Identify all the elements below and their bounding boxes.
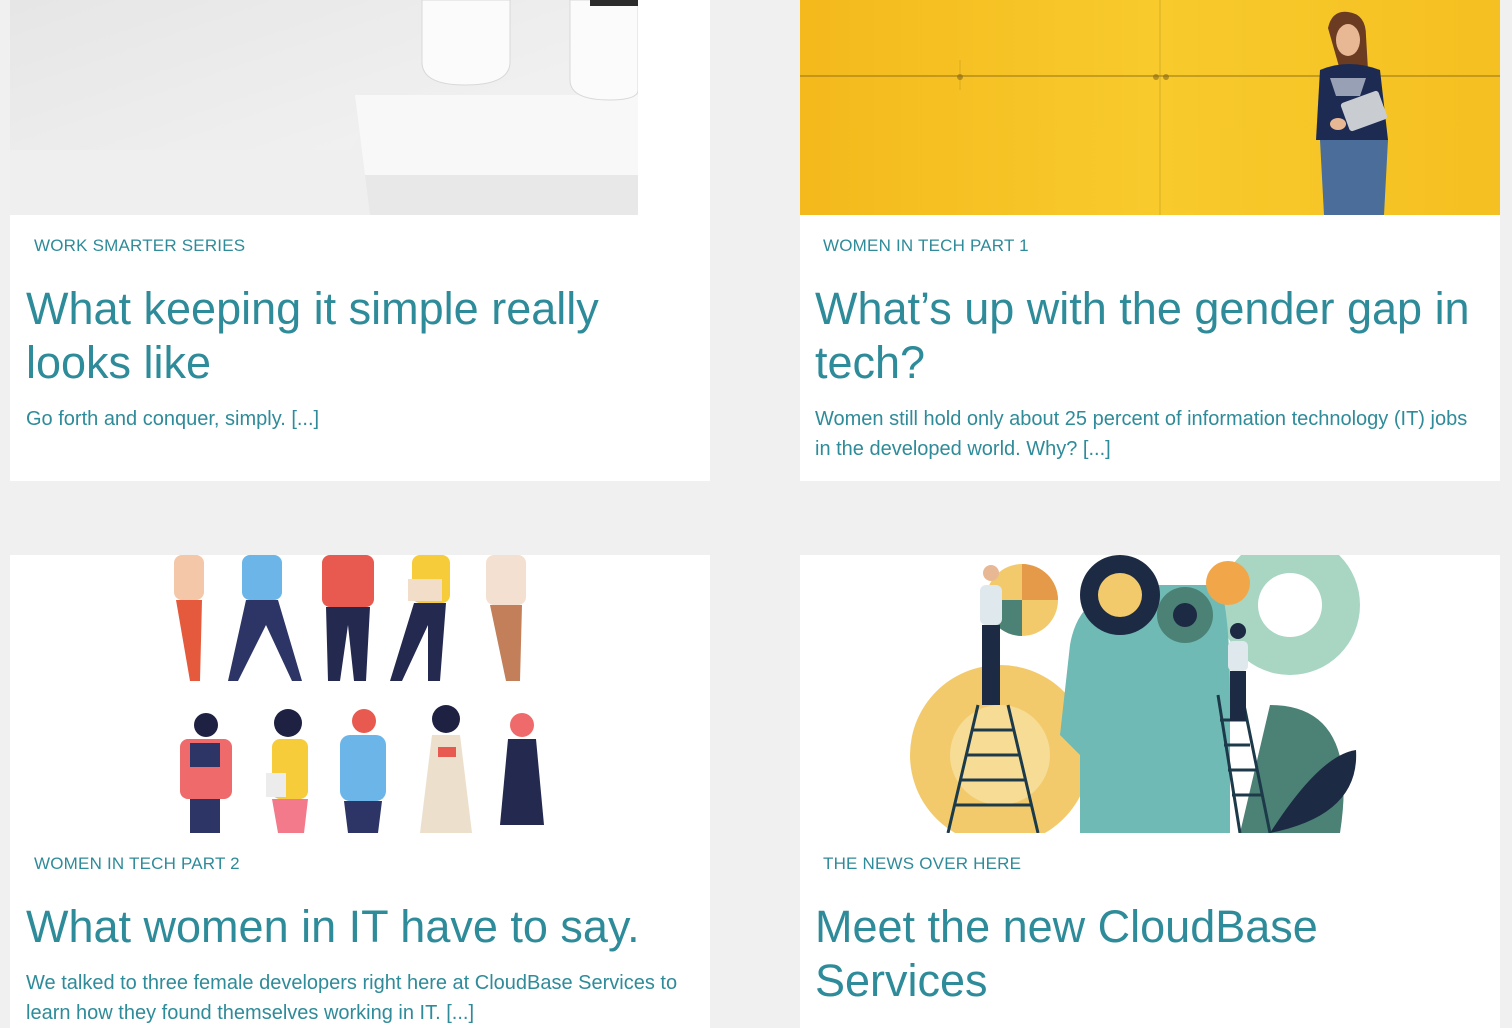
article-category[interactable]: WOMEN IN TECH PART 1 [823, 236, 1029, 256]
article-title[interactable]: Meet the new CloudBase Services [815, 900, 1455, 1008]
article-category[interactable]: WORK SMARTER SERIES [34, 236, 245, 256]
article-title[interactable]: What keeping it simple really looks like [26, 282, 666, 390]
article-excerpt: We talked to three female developers rig… [26, 972, 678, 1024]
article-image-woman-tablet[interactable] [800, 0, 1500, 215]
article-excerpt: Women still hold only about 25 percent o… [815, 408, 1468, 460]
article-image-minimal-desk[interactable] [10, 0, 638, 215]
article-card-cloudbase-news[interactable]: THE NEWS OVER HERE Meet the new CloudBas… [800, 555, 1500, 1028]
article-title[interactable]: What’s up with the gender gap in tech? [815, 282, 1485, 390]
article-title[interactable]: What women in IT have to say. [26, 900, 696, 954]
article-category[interactable]: WOMEN IN TECH PART 2 [34, 854, 240, 874]
article-image-people-illustration[interactable] [10, 555, 710, 833]
article-excerpt: Go forth and conquer, simply. [...] [26, 408, 320, 430]
article-category[interactable]: THE NEWS OVER HERE [823, 854, 1021, 874]
article-card-women-in-it[interactable]: WOMEN IN TECH PART 2 What women in IT ha… [10, 555, 710, 1028]
article-image-head-gears-illustration[interactable] [800, 555, 1500, 833]
article-card-gender-gap[interactable]: WOMEN IN TECH PART 1 What’s up with the … [800, 0, 1500, 481]
article-card-work-smarter[interactable]: WORK SMARTER SERIES What keeping it simp… [10, 0, 710, 481]
